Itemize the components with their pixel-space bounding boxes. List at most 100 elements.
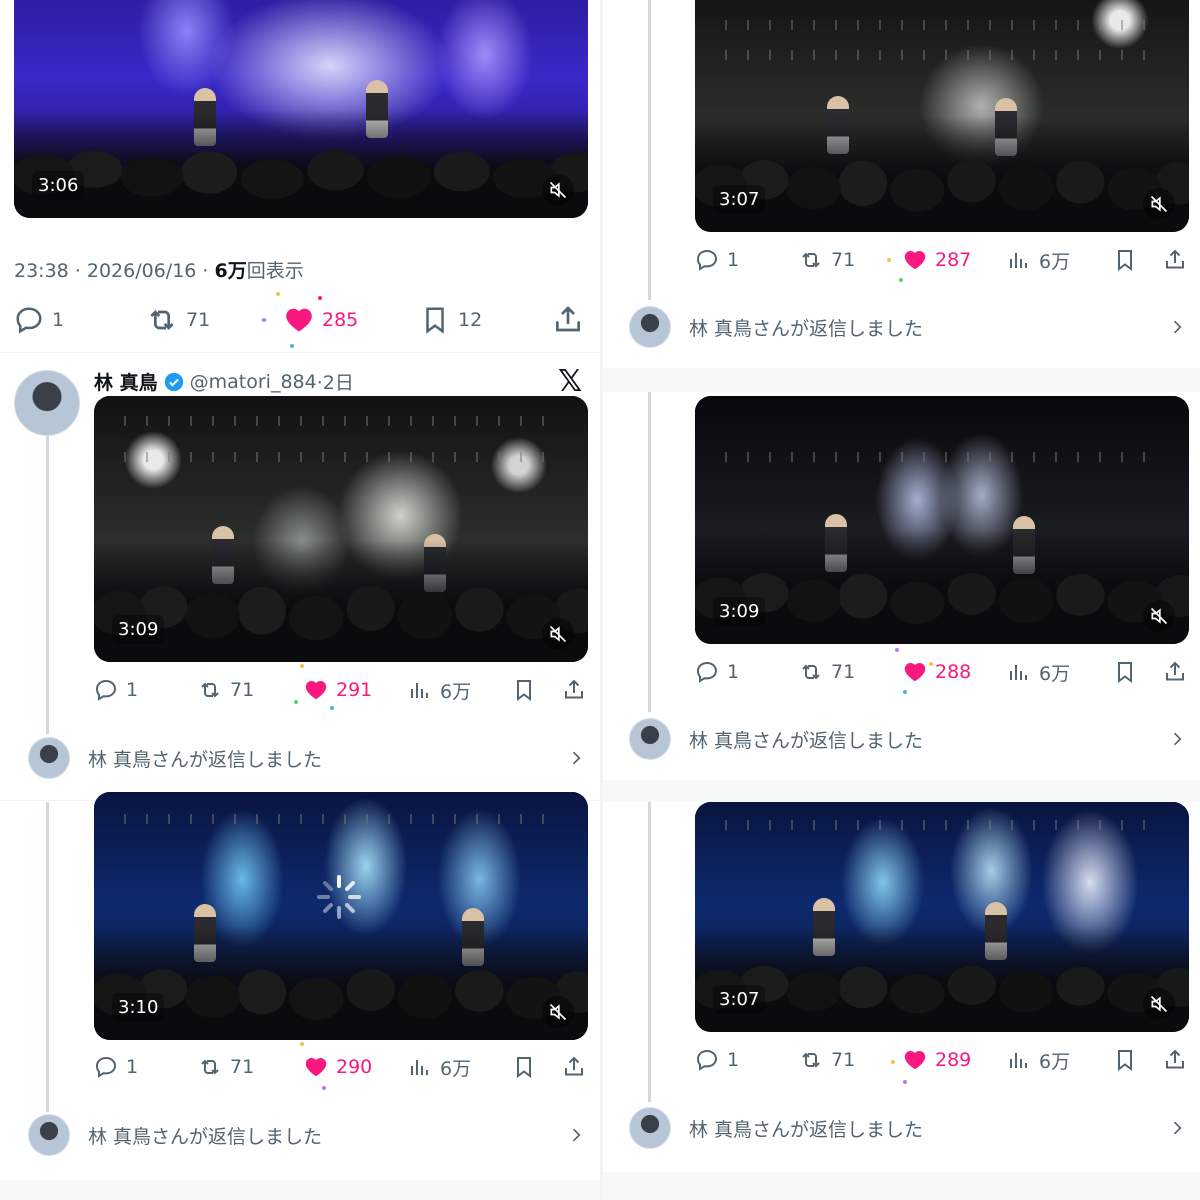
reply-count: 1 <box>126 679 139 701</box>
bookmark-button[interactable]: 12 <box>420 300 482 340</box>
reply-count: 1 <box>52 309 65 331</box>
avatar <box>629 306 671 348</box>
reply-icon <box>695 660 719 684</box>
share-icon <box>1163 660 1187 684</box>
reply-button[interactable]: 1 <box>695 240 739 280</box>
section-gap <box>603 780 1200 802</box>
thread-line <box>46 394 49 734</box>
share-button[interactable] <box>1163 652 1187 692</box>
reply-count: 1 <box>727 1049 740 1071</box>
like-sparkle <box>300 1042 304 1046</box>
avatar <box>28 1114 70 1156</box>
replied-indicator[interactable]: 林 真鳥さんが返信しました <box>28 736 586 780</box>
replied-indicator[interactable]: 林 真鳥さんが返信しました <box>629 717 1187 761</box>
share-button[interactable] <box>1163 1040 1187 1080</box>
section-gap <box>603 368 1200 392</box>
views-button[interactable]: 6万 <box>1007 652 1070 692</box>
share-button[interactable] <box>1163 240 1187 280</box>
video-player[interactable]: 3:07 <box>695 802 1189 1032</box>
video-player[interactable]: 3:07 <box>695 0 1189 232</box>
share-button[interactable] <box>552 300 584 340</box>
divider <box>0 352 600 353</box>
bookmark-button[interactable] <box>512 1047 536 1087</box>
thread-line <box>648 0 651 300</box>
view-count: 6万 <box>440 1057 472 1080</box>
like-button[interactable]: 289 <box>903 1040 971 1080</box>
views-icon <box>1007 248 1031 272</box>
bookmark-icon <box>1113 1048 1137 1072</box>
repost-button[interactable]: 71 <box>799 652 855 692</box>
share-button[interactable] <box>562 670 586 710</box>
like-button[interactable]: 285 <box>284 300 358 340</box>
views-icon <box>408 1055 432 1079</box>
heart-icon <box>903 660 927 684</box>
like-sparkle <box>294 700 298 704</box>
like-button[interactable]: 291 <box>304 670 372 710</box>
views-button[interactable]: 6万 <box>408 1047 471 1087</box>
video-player[interactable]: 3:09 <box>695 396 1189 644</box>
replied-indicator[interactable]: 林 真鳥さんが返信しました <box>629 305 1187 349</box>
replied-indicator[interactable]: 林 真鳥さんが返信しました <box>629 1106 1187 1150</box>
repost-button[interactable]: 71 <box>799 1040 855 1080</box>
replied-indicator[interactable]: 林 真鳥さんが返信しました <box>28 1113 586 1157</box>
share-icon <box>552 304 584 336</box>
mute-button[interactable] <box>542 996 574 1028</box>
like-count: 285 <box>322 309 359 331</box>
view-count: 6万 <box>1039 250 1071 273</box>
mute-button[interactable] <box>1143 600 1175 632</box>
display-name[interactable]: 林 真鳥 <box>94 368 158 395</box>
reply-count: 1 <box>126 1056 139 1078</box>
like-button[interactable]: 287 <box>903 240 971 280</box>
video-player[interactable]: 3:06 <box>14 0 588 218</box>
tweet-timestamp: 23:38 · 2026/06/16 · <box>14 260 215 282</box>
mute-button[interactable] <box>542 174 574 206</box>
like-sparkle <box>929 662 933 666</box>
tweet-actions: 1 71 287 6万 <box>695 240 1189 280</box>
views-button[interactable]: 6万 <box>408 670 471 710</box>
like-sparkle <box>290 344 294 348</box>
reply-button[interactable]: 1 <box>94 670 138 710</box>
bookmark-icon <box>1113 660 1137 684</box>
reply-count: 1 <box>727 661 740 683</box>
mute-button[interactable] <box>1143 988 1175 1020</box>
share-button[interactable] <box>562 1047 586 1087</box>
tweet-actions: 1 71 288 6万 <box>695 652 1189 692</box>
bookmark-icon <box>420 305 450 335</box>
like-button[interactable]: 290 <box>304 1047 372 1087</box>
bookmark-button[interactable] <box>1113 1040 1137 1080</box>
like-count: 289 <box>935 1049 972 1071</box>
like-sparkle <box>330 706 334 710</box>
mute-button[interactable] <box>1143 188 1175 220</box>
avatar[interactable] <box>14 370 80 436</box>
reply-button[interactable]: 1 <box>14 300 64 340</box>
tweet-actions: 1 71 285 12 <box>14 300 588 340</box>
view-count-suffix: 回表示 <box>246 260 304 282</box>
thread-line <box>648 802 651 1102</box>
reply-icon <box>94 678 118 702</box>
replied-text: 林 真鳥さんが返信しました <box>689 317 924 340</box>
like-button[interactable]: 288 <box>903 652 971 692</box>
bookmark-button[interactable] <box>1113 652 1137 692</box>
reply-button[interactable]: 1 <box>94 1047 138 1087</box>
views-button[interactable]: 6万 <box>1007 240 1070 280</box>
video-player[interactable]: 3:09 <box>94 396 588 662</box>
section-gap <box>603 1172 1200 1200</box>
view-count: 6万 <box>1039 662 1071 685</box>
repost-button[interactable]: 71 <box>146 300 210 340</box>
reply-button[interactable]: 1 <box>695 652 739 692</box>
bookmark-button[interactable] <box>512 670 536 710</box>
bookmark-button[interactable] <box>1113 240 1137 280</box>
views-button[interactable]: 6万 <box>1007 1040 1070 1080</box>
tweet-meta: 23:38 · 2026/06/16 · 6万回表示 <box>14 256 304 283</box>
tweet-actions: 1 71 290 6万 <box>94 1047 588 1087</box>
user-handle[interactable]: @matori_884 <box>190 371 317 393</box>
like-sparkle <box>903 1080 907 1084</box>
repost-button[interactable]: 71 <box>799 240 855 280</box>
repost-button[interactable]: 71 <box>198 1047 254 1087</box>
repost-button[interactable]: 71 <box>198 670 254 710</box>
video-player[interactable]: 3:10 <box>94 792 588 1040</box>
reply-button[interactable]: 1 <box>695 1040 739 1080</box>
mute-button[interactable] <box>542 618 574 650</box>
chevron-right-icon <box>1167 315 1187 339</box>
repost-count: 71 <box>230 1056 255 1078</box>
